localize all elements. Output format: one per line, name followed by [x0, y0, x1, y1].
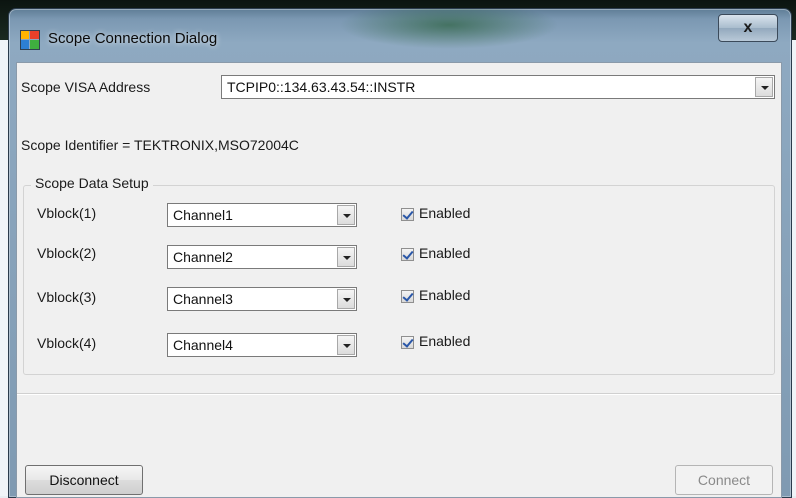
vblock-2-label: Vblock(2): [37, 245, 97, 261]
vblock-4-channel-dropdown[interactable]: Channel4: [167, 333, 357, 357]
vblock-3-channel-value: Channel3: [173, 291, 233, 307]
footer-divider: [17, 393, 781, 395]
titlebar-glow: [339, 9, 559, 49]
dialog-client-area: Scope VISA Address TCPIP0::134.63.43.54:…: [16, 62, 782, 498]
vblock-1-label: Vblock(1): [37, 205, 97, 221]
visa-address-dropdown[interactable]: TCPIP0::134.63.43.54::INSTR: [221, 75, 775, 99]
chevron-down-icon[interactable]: [337, 289, 355, 309]
vblock-4-channel-value: Channel4: [173, 337, 233, 353]
close-button[interactable]: x: [718, 14, 778, 42]
connect-button[interactable]: Connect: [675, 465, 773, 495]
disconnect-button[interactable]: Disconnect: [25, 465, 143, 495]
vblock-3-channel-dropdown[interactable]: Channel3: [167, 287, 357, 311]
vblock-3-label: Vblock(3): [37, 289, 97, 305]
vblock-3-enabled-checkbox[interactable]: [401, 290, 414, 303]
vblock-1-enabled-label[interactable]: Enabled: [419, 205, 470, 221]
chevron-down-icon[interactable]: [337, 205, 355, 225]
vblock-1-channel-dropdown[interactable]: Channel1: [167, 203, 357, 227]
vblock-1-channel-value: Channel1: [173, 207, 233, 223]
vblock-2-channel-dropdown[interactable]: Channel2: [167, 245, 357, 269]
vblock-4-enabled-checkbox[interactable]: [401, 336, 414, 349]
chevron-down-icon[interactable]: [337, 335, 355, 355]
chevron-down-icon[interactable]: [337, 247, 355, 267]
scope-data-setup-group: [23, 185, 775, 375]
scope-identifier-text: Scope Identifier = TEKTRONIX,MSO72004C: [21, 137, 299, 153]
vblock-1-enabled-checkbox[interactable]: [401, 208, 414, 221]
app-icon: [20, 30, 40, 50]
window-title: Scope Connection Dialog: [48, 30, 218, 47]
visa-address-label: Scope VISA Address: [21, 79, 151, 95]
scope-data-setup-title: Scope Data Setup: [31, 175, 153, 191]
vblock-2-enabled-label[interactable]: Enabled: [419, 245, 470, 261]
vblock-4-enabled-label[interactable]: Enabled: [419, 333, 470, 349]
vblock-4-label: Vblock(4): [37, 335, 97, 351]
vblock-2-enabled-checkbox[interactable]: [401, 248, 414, 261]
visa-address-value: TCPIP0::134.63.43.54::INSTR: [227, 79, 416, 95]
vblock-3-enabled-label[interactable]: Enabled: [419, 287, 470, 303]
vblock-2-channel-value: Channel2: [173, 249, 233, 265]
chevron-down-icon[interactable]: [755, 77, 773, 97]
